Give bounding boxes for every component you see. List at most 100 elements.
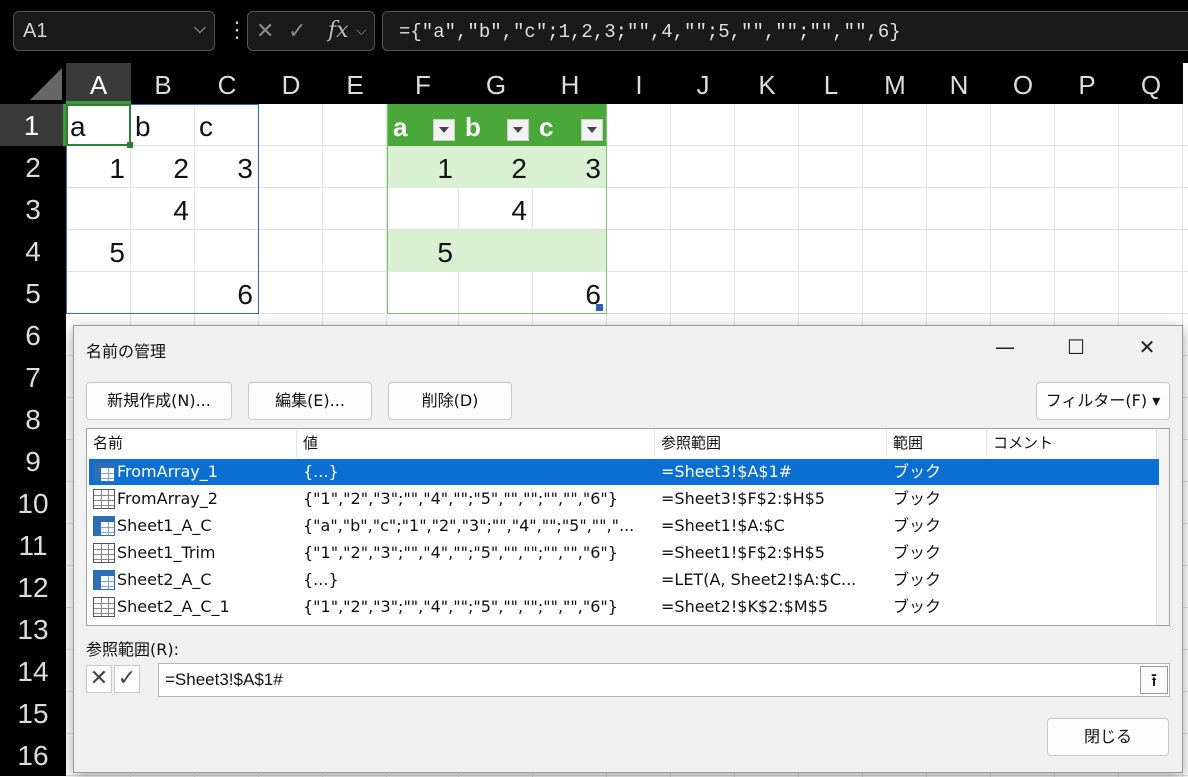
list-cell-refers-to: =Sheet1!$F$2:$H$5 [661,543,825,562]
list-item[interactable]: Sheet2_A_C_1 {"1","2","3";"","4","";"5","… [89,594,1159,620]
chevron-down-icon[interactable]: ⌵ [194,20,206,38]
cell-b2[interactable]: 2 [131,146,195,188]
column-header-n[interactable]: N [927,63,991,104]
column-header-scope[interactable]: 範囲 [887,429,987,457]
gridline [66,775,1188,776]
column-header-value[interactable]: 値 [297,429,655,457]
list-cell-name: Sheet1_Trim [117,543,216,562]
cell-c2[interactable]: 3 [195,146,259,188]
cancel-icon[interactable]: ✕ [256,18,274,44]
names-list[interactable]: 名前 値 参照範囲 範囲 コメント FromArray_1 {...} =Sheet… [86,428,1170,626]
row-header-12[interactable]: 12 [0,566,66,608]
insert-function-icon[interactable]: fx [328,18,349,43]
row-header-11[interactable]: 11 [0,524,66,566]
filter-dropdown-icon[interactable] [433,119,455,141]
column-header-o[interactable]: O [991,63,1055,104]
maximize-button[interactable]: ☐ [1061,332,1091,362]
cell-f4[interactable]: 5 [387,230,459,272]
enter-icon[interactable]: ✓ [288,18,306,44]
row-header-1[interactable]: 1 [0,104,66,146]
row-header-7[interactable]: 7 [0,356,66,398]
column-header-b[interactable]: B [131,63,195,104]
list-cell-value: {...} [303,570,339,589]
list-cell-name: Sheet1_A_C [117,516,212,535]
new-name-button[interactable]: 新規作成(N)... [86,382,232,420]
column-header-p[interactable]: P [1055,63,1119,104]
row-header-2[interactable]: 2 [0,146,66,188]
cell-a1[interactable]: a [66,104,131,146]
column-header-m[interactable]: M [863,63,927,104]
refers-to-value: =Sheet3!$A$1# [165,670,283,689]
select-all-corner[interactable] [0,63,66,104]
row-header-15[interactable]: 15 [0,692,66,734]
list-item[interactable]: FromArray_1 {...} =Sheet3!$A$1# ブック [89,459,1159,485]
list-cell-scope: ブック [893,489,942,508]
cell-h2[interactable]: 3 [533,146,607,188]
row-header-16[interactable]: 16 [0,734,66,776]
row-header-6[interactable]: 6 [0,314,66,356]
column-header-j[interactable]: J [671,63,735,104]
name-box[interactable]: A1 ⌵ [13,11,215,51]
refers-to-input[interactable]: =Sheet3!$A$1# ⭱ [158,663,1170,697]
filter-button[interactable]: フィルター(F) ▾ [1036,382,1170,420]
filter-dropdown-icon[interactable] [507,119,529,141]
list-cell-refers-to: =Sheet1!$A:$C [661,516,785,535]
column-header-d[interactable]: D [259,63,323,104]
cell-g2[interactable]: 2 [459,146,533,188]
list-cell-scope: ブック [893,516,942,535]
close-dialog-button[interactable]: 閉じる [1047,718,1169,756]
cell-b1[interactable]: b [131,104,195,146]
row-header-9[interactable]: 9 [0,440,66,482]
column-header-refers-to[interactable]: 参照範囲 [655,429,887,457]
row-header-4[interactable]: 4 [0,230,66,272]
cell-h5[interactable]: 6 [533,272,607,314]
column-header-h[interactable]: H [533,63,607,104]
row-header-5[interactable]: 5 [0,272,66,314]
named-range-icon [93,516,115,536]
cell-g3[interactable]: 4 [459,188,533,230]
cell-f2[interactable]: 1 [387,146,459,188]
cancel-edit-icon[interactable]: ✕ [86,665,112,693]
list-item[interactable]: Sheet1_A_C {"a","b","c";"1","2","3";"","4… [89,513,1159,539]
confirm-edit-icon[interactable]: ✓ [114,665,140,693]
column-header-comment[interactable]: コメント [987,429,1159,457]
named-range-icon [93,570,115,590]
edit-name-button[interactable]: 編集(E)... [248,382,372,420]
row-header-10[interactable]: 10 [0,482,66,524]
column-header-g[interactable]: G [459,63,533,104]
table-icon [93,489,115,509]
chevron-down-icon[interactable]: ⌵ [356,22,367,39]
row-header-13[interactable]: 13 [0,608,66,650]
collapse-dialog-icon[interactable]: ⭱ [1140,666,1168,694]
column-header-a[interactable]: A [66,63,131,104]
cell-a4[interactable]: 5 [66,230,131,272]
refers-to-label: 参照範囲(R): [86,640,179,659]
list-cell-name: FromArray_2 [117,489,218,508]
column-header-c[interactable]: C [195,63,259,104]
list-cell-scope: ブック [893,570,942,589]
row-header-14[interactable]: 14 [0,650,66,692]
cell-c1[interactable]: c [195,104,259,146]
column-header-i[interactable]: I [607,63,671,104]
column-header-k[interactable]: K [735,63,799,104]
cell-b3[interactable]: 4 [131,188,195,230]
more-options-icon[interactable]: ⋮ [226,17,248,43]
filter-dropdown-icon[interactable] [581,119,603,141]
name-box-value: A1 [23,20,48,42]
column-header-e[interactable]: E [323,63,387,104]
formula-input[interactable]: ={"a","b","c";1,2,3;"",4,"";5,"","";"","… [382,11,1188,51]
cell-a2[interactable]: 1 [66,146,131,188]
list-item[interactable]: Sheet2_A_C {...} =LET(A, Sheet2!$A:$C... ブッ… [89,567,1159,593]
column-header-name[interactable]: 名前 [87,429,297,457]
column-header-f[interactable]: F [387,63,459,104]
list-item[interactable]: Sheet1_Trim {"1","2","3";"","4","";"5",""… [89,540,1159,566]
minimize-button[interactable]: — [990,332,1020,362]
close-button[interactable]: ✕ [1132,332,1162,362]
column-header-q[interactable]: Q [1119,63,1183,104]
cell-c5[interactable]: 6 [195,272,259,314]
row-header-8[interactable]: 8 [0,398,66,440]
column-header-l[interactable]: L [799,63,863,104]
delete-name-button[interactable]: 削除(D) [388,382,512,420]
list-item[interactable]: FromArray_2 {"1","2","3";"","4","";"5",""… [89,486,1159,512]
row-header-3[interactable]: 3 [0,188,66,230]
